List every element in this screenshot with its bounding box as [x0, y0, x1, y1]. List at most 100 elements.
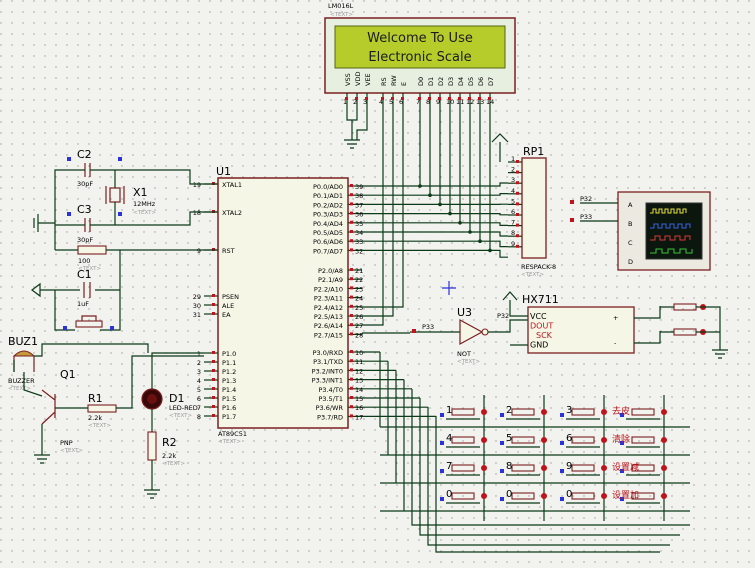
u1-pin-name: P0.3/AD3 — [313, 211, 343, 219]
c1-ref-label: C1 — [77, 268, 92, 281]
lcd-pin-label: D2 — [437, 77, 445, 86]
u1-pin-number: 12 — [355, 367, 363, 375]
scope-net-p33: P33 — [580, 213, 592, 221]
u1-pin-name: P1.3 — [222, 377, 236, 385]
u1-pin-name: RST — [222, 247, 235, 255]
keypad-key-number: 5 — [506, 433, 512, 444]
rp1-pin-number: 4 — [511, 187, 515, 195]
u1-pin-name: P2.2/A10 — [314, 285, 343, 293]
u1-pin-name: P3.5/T1 — [318, 395, 343, 403]
r2-ref-label: R2 — [162, 436, 177, 449]
x1-value-label: 12MHz — [133, 200, 156, 208]
u1-pin-number: 33 — [355, 238, 363, 246]
hx711-pin-label: GND — [530, 341, 548, 350]
rp1-pin-number: 8 — [511, 229, 515, 237]
rp1-pin-number: 6 — [511, 208, 515, 216]
rp1-ref-label: RP1 — [523, 145, 544, 158]
u1-pin-name: P2.0/A8 — [318, 267, 343, 275]
rp1-pin-number: 3 — [511, 176, 515, 184]
rp1-pin-number: 2 — [511, 166, 515, 174]
hx711-plus-label: + — [613, 314, 618, 322]
u1-pin-name: P2.5/A13 — [314, 313, 343, 321]
lcd-line2: Electronic Scale — [368, 50, 471, 65]
u1-pin-number: 5 — [197, 386, 201, 394]
r1-resistor[interactable] — [87, 404, 117, 413]
r2-text-tag: <TEXT> — [162, 461, 185, 467]
u1-pin-name: P3.0/RXD — [313, 349, 343, 357]
keypad-key-number: 2 — [506, 405, 512, 416]
c2-value-label: 30pF — [77, 180, 93, 188]
c3-ref-label: C3 — [77, 203, 92, 216]
keypad-key-number: 8 — [506, 461, 512, 472]
lcd-pin-label: RW — [390, 75, 398, 86]
rp1-text-tag: <TEXT> — [521, 272, 544, 278]
u1-pin-name: P1.5 — [222, 395, 236, 403]
u1-text-tag: <TEXT> — [218, 439, 241, 445]
lcd-pin-label: D3 — [447, 77, 455, 86]
keypad-key-number: 9 — [566, 461, 572, 472]
r2-resistor[interactable] — [147, 431, 157, 461]
u1-pin-number: 15 — [355, 395, 363, 403]
lcd-lm016l[interactable]: LM016L <TEXT> Welcome To Use Electronic … — [324, 2, 516, 106]
keypad-key-number: 4 — [446, 433, 452, 444]
u1-pin-name: ALE — [222, 302, 234, 310]
x1-ref-label: X1 — [133, 186, 148, 199]
keypad-key-number: 1 — [446, 405, 452, 416]
x1-text-tag: <TEXT> — [133, 210, 156, 216]
u1-pin-number: 18 — [193, 209, 201, 217]
u1-pin-name: P3.3/INT1 — [312, 377, 343, 385]
lcd-pin-label: D7 — [487, 77, 495, 86]
u1-pin-number: 11 — [355, 358, 363, 366]
c2-ref-label: C2 — [77, 148, 92, 161]
u1-pin-number: 3 — [197, 368, 201, 376]
u3-text-tag: <TEXT> — [457, 359, 480, 365]
schematic-svg: LM016L <TEXT> Welcome To Use Electronic … — [0, 0, 755, 568]
u1-pin-name: P2.4/A12 — [314, 304, 343, 312]
u1-pin-name: P1.1 — [222, 359, 236, 367]
u1-pin-number: 29 — [193, 293, 201, 301]
keypad-key-number: 0 — [506, 489, 512, 500]
u1-pin-number: 16 — [355, 404, 363, 412]
hx711-pin-label: VCC — [530, 312, 547, 321]
u1-pin-number: 26 — [355, 313, 363, 321]
u1-pin-name: P3.6/WR — [316, 404, 344, 412]
u1-pin-number: 39 — [355, 183, 363, 191]
lcd-pin-label: VSS — [344, 73, 352, 86]
r1-value-label: 2.2k — [88, 414, 102, 422]
u3-net-p32: P32 — [497, 312, 509, 320]
u1-pin-number: 21 — [355, 267, 363, 275]
lcd-pin-label: D4 — [457, 77, 465, 86]
d1-part-label: LED-RED — [169, 404, 198, 412]
u1-pin-name: XTAL2 — [222, 209, 242, 217]
schematic-canvas: LM016L <TEXT> Welcome To Use Electronic … — [0, 0, 755, 568]
hx711-pin-label: SCK — [536, 331, 553, 340]
keypad-key-function: 设置减 — [612, 461, 639, 473]
q1-ref-label: Q1 — [60, 368, 76, 381]
u1-pin-name: P1.7 — [222, 413, 236, 421]
scope-channel-label: B — [628, 220, 632, 228]
r2-value-label: 2.2k — [162, 452, 176, 460]
u1-pin-name: XTAL1 — [222, 181, 242, 189]
u1-pin-number: 1 — [197, 350, 201, 358]
buz1-ref-label: BUZ1 — [8, 335, 38, 348]
keypad-key-number: 0 — [446, 489, 452, 500]
u1-pin-number: 8 — [197, 413, 201, 421]
keypad-key-number: 7 — [446, 461, 452, 472]
reset-resistor-value: 100 — [78, 257, 90, 265]
reset-resistor[interactable] — [77, 245, 107, 255]
rp1-pin-number: 9 — [511, 240, 515, 248]
u1-at89c51[interactable]: U1 AT89C51 <TEXT> 19 XTAL118 XTAL29 RST29 PS… — [193, 165, 364, 445]
u1-pin-number: 19 — [193, 181, 201, 189]
lcd-pin-label: D0 — [417, 77, 425, 86]
u1-pin-name: P3.4/T0 — [318, 386, 343, 394]
u1-pin-number: 37 — [355, 201, 363, 209]
scope-channel-label: C — [628, 239, 633, 247]
rp1-pin-number: 7 — [511, 219, 515, 227]
lcd-pin-label: E — [400, 82, 408, 86]
keypad-key-number: 3 — [566, 405, 572, 416]
u1-pin-name: P1.2 — [222, 368, 236, 376]
u1-pin-name: P2.3/A11 — [314, 295, 343, 303]
keypad-key-number: 0 — [566, 489, 572, 500]
u1-pin-number: 31 — [193, 311, 201, 319]
u1-pin-name: P1.6 — [222, 404, 236, 412]
